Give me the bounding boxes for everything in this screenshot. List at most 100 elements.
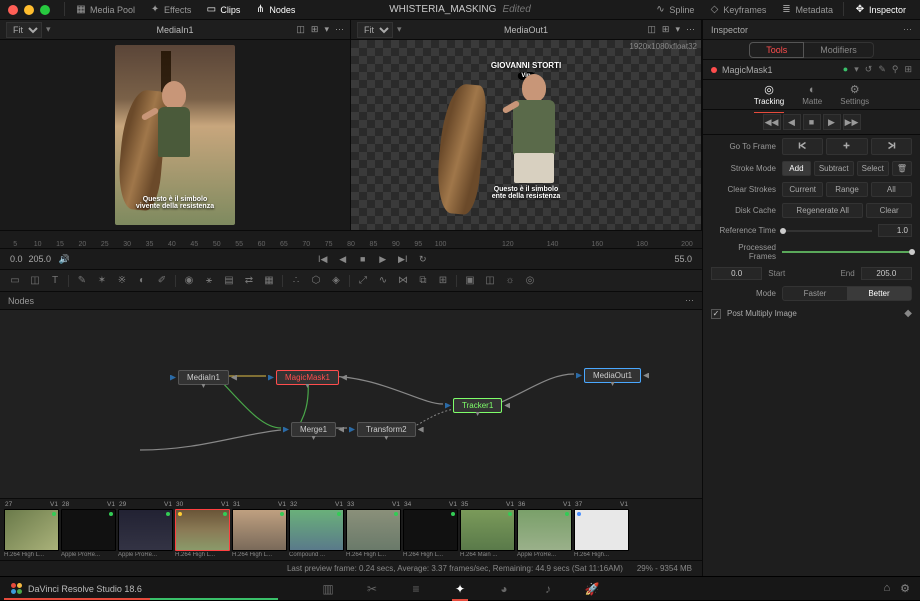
viewer-left-options-icon[interactable]: ⋯ bbox=[335, 24, 344, 35]
clip-item[interactable]: 36V1 Apple ProRe... bbox=[517, 501, 572, 558]
tool-drop-icon[interactable]: ⚹ bbox=[200, 272, 218, 290]
mode-better-button[interactable]: Better bbox=[847, 287, 911, 300]
clip-item[interactable]: 37V1 H.264 High... bbox=[574, 501, 629, 558]
project-settings-icon[interactable]: ⚙ bbox=[900, 582, 910, 595]
inspector-versions-icon[interactable]: ▾ bbox=[854, 64, 859, 75]
clip-item[interactable]: 31V1 H.264 High L... bbox=[232, 501, 287, 558]
viewer-left-tool-1-icon[interactable]: ◫ bbox=[296, 24, 305, 35]
viewer-right-zoom[interactable]: Fit bbox=[357, 22, 393, 38]
inspector-tab-modifiers[interactable]: Modifiers bbox=[804, 42, 874, 58]
page-media-icon[interactable]: ▥ bbox=[318, 582, 338, 596]
clear-range-button[interactable]: Range bbox=[826, 182, 867, 197]
goto-end-button[interactable] bbox=[871, 138, 912, 155]
nodes-panel-options-icon[interactable]: ⋯ bbox=[685, 295, 694, 306]
goto-start-button[interactable] bbox=[782, 138, 823, 155]
tool-particle-icon[interactable]: ∴ bbox=[287, 272, 305, 290]
reference-time-value[interactable]: 1.0 bbox=[878, 224, 912, 237]
cache-clear-button[interactable]: Clear bbox=[866, 203, 912, 218]
tool-lut-icon[interactable]: ▦ bbox=[260, 272, 278, 290]
clip-item[interactable]: 32V1 Compound ... bbox=[289, 501, 344, 558]
viewer-right-dropdown-icon[interactable]: ▾ bbox=[397, 24, 402, 35]
tool-light-icon[interactable]: ☼ bbox=[501, 272, 519, 290]
inspector-options-icon[interactable]: ⋯ bbox=[903, 24, 912, 35]
track-prev-all-icon[interactable]: ◀◀ bbox=[763, 114, 781, 130]
node-transform[interactable]: Transform2 bbox=[349, 422, 424, 437]
stroke-add-button[interactable]: Add bbox=[782, 161, 811, 176]
tool-adjust-icon[interactable]: ⇄ bbox=[240, 272, 258, 290]
home-icon[interactable]: ⌂ bbox=[883, 582, 890, 595]
toolbar-spline[interactable]: ∿Spline bbox=[648, 2, 700, 18]
viewer-right-tool-1-icon[interactable]: ◫ bbox=[647, 24, 656, 35]
page-deliver-icon[interactable]: 🚀 bbox=[582, 582, 602, 596]
viewer-left-canvas[interactable]: Questo è il simbolo vivente della resist… bbox=[0, 40, 350, 230]
transport-first-icon[interactable]: I◀ bbox=[316, 252, 330, 266]
processed-frames-slider[interactable] bbox=[782, 251, 912, 253]
subtab-matte[interactable]: ◐Matte bbox=[802, 84, 822, 106]
page-edit-icon[interactable]: ≡ bbox=[406, 582, 426, 596]
regenerate-all-button[interactable]: Regenerate All bbox=[782, 203, 863, 218]
clip-strip[interactable]: 27V1 H.264 High L... 28V1 Apple ProRe...… bbox=[0, 498, 702, 560]
toolbar-effects[interactable]: ✦Effects bbox=[143, 2, 197, 18]
clear-current-button[interactable]: Current bbox=[782, 182, 823, 197]
nodes-canvas[interactable]: MediaIn1 MagicMask1 Merge1 Transform2 Tr… bbox=[0, 310, 702, 498]
node-merge[interactable]: Merge1 bbox=[283, 422, 344, 437]
mode-faster-button[interactable]: Faster bbox=[783, 287, 847, 300]
tool-misc3-icon[interactable]: ⊞ bbox=[434, 272, 452, 290]
toolbar-keyframes[interactable]: ◇Keyframes bbox=[702, 2, 772, 18]
track-next-all-icon[interactable]: ▶▶ bbox=[843, 114, 861, 130]
post-multiply-checkbox[interactable]: ✓ bbox=[711, 309, 721, 319]
subtab-settings[interactable]: ⚙Settings bbox=[840, 83, 869, 106]
track-next-icon[interactable]: ▶ bbox=[823, 114, 841, 130]
goto-ref-button[interactable] bbox=[826, 138, 867, 155]
page-fairlight-icon[interactable]: ♪ bbox=[538, 582, 558, 596]
clip-item[interactable]: 29V1 Apple ProRe... bbox=[118, 501, 173, 558]
tool-paint-icon[interactable]: ✎ bbox=[73, 272, 91, 290]
track-stop-icon[interactable]: ■ bbox=[803, 114, 821, 130]
viewer-right-tool-2-icon[interactable]: ⊞ bbox=[662, 24, 670, 35]
toolbar-inspector[interactable]: ✥Inspector bbox=[848, 2, 912, 18]
node-media-in[interactable]: MediaIn1 bbox=[170, 370, 237, 385]
window-close-button[interactable] bbox=[8, 5, 18, 15]
toolbar-clips[interactable]: ▭Clips bbox=[199, 2, 246, 18]
viewer-right-options-icon[interactable]: ⋯ bbox=[686, 24, 695, 35]
tool-curve-icon[interactable]: ∿ bbox=[374, 272, 392, 290]
transport-stop-icon[interactable]: ■ bbox=[356, 252, 370, 266]
reference-time-slider[interactable] bbox=[782, 230, 872, 232]
tool-misc1-icon[interactable]: ⋈ bbox=[394, 272, 412, 290]
clip-item[interactable]: 30V1 H.264 High L... bbox=[175, 501, 230, 558]
tool-effect1-icon[interactable]: ✶ bbox=[93, 272, 111, 290]
transport-play-icon[interactable]: ▶ bbox=[376, 252, 390, 266]
tool-misc2-icon[interactable]: ⧉ bbox=[414, 272, 432, 290]
tool-3d2-icon[interactable]: ◈ bbox=[327, 272, 345, 290]
transport-next-icon[interactable]: ▶I bbox=[396, 252, 410, 266]
window-minimize-button[interactable] bbox=[24, 5, 34, 15]
page-cut-icon[interactable]: ✂ bbox=[362, 582, 382, 596]
post-multiply-keyframe-icon[interactable]: ◆ bbox=[904, 308, 912, 319]
toolbar-media-pool[interactable]: ▦Media Pool bbox=[69, 2, 141, 18]
clip-item[interactable]: 34V1 H.264 High L... bbox=[403, 501, 458, 558]
time-ruler[interactable]: 5101520253035404550556065707580859095100… bbox=[0, 230, 702, 248]
tool-blur-icon[interactable]: ◉ bbox=[180, 272, 198, 290]
page-fusion-icon[interactable]: ✦ bbox=[450, 582, 470, 596]
tool-text-icon[interactable]: T bbox=[46, 272, 64, 290]
stroke-select-button[interactable]: Select bbox=[857, 161, 889, 176]
node-tracker[interactable]: Tracker1 bbox=[445, 398, 510, 413]
viewer-left-dropdown-icon[interactable]: ▾ bbox=[46, 24, 51, 35]
inspector-pin-icon[interactable]: ✎ bbox=[878, 64, 886, 75]
toolbar-metadata[interactable]: ≣Metadata bbox=[774, 2, 839, 18]
stroke-subtract-button[interactable]: Subtract bbox=[814, 161, 854, 176]
tool-bg-icon[interactable]: ▭ bbox=[6, 272, 24, 290]
tool-cam-icon[interactable]: ◫ bbox=[481, 272, 499, 290]
tool-brush-icon[interactable]: ✐ bbox=[153, 272, 171, 290]
viewer-right-tool-3-icon[interactable]: ▾ bbox=[675, 24, 680, 35]
subtab-tracking[interactable]: ◎Tracking bbox=[754, 83, 784, 106]
tool-channel-icon[interactable]: ▤ bbox=[220, 272, 238, 290]
clear-all-button[interactable]: All bbox=[871, 182, 912, 197]
tool-fresnel-icon[interactable]: ◎ bbox=[521, 272, 539, 290]
range-end-value[interactable]: 205.0 bbox=[861, 267, 912, 280]
tool-3d1-icon[interactable]: ⬡ bbox=[307, 272, 325, 290]
page-color-icon[interactable]: ◕ bbox=[494, 582, 514, 596]
inspector-lock-icon[interactable]: ⚲ bbox=[892, 64, 899, 75]
tool-render-icon[interactable]: ▣ bbox=[461, 272, 479, 290]
tool-merge-icon[interactable]: ◫ bbox=[26, 272, 44, 290]
